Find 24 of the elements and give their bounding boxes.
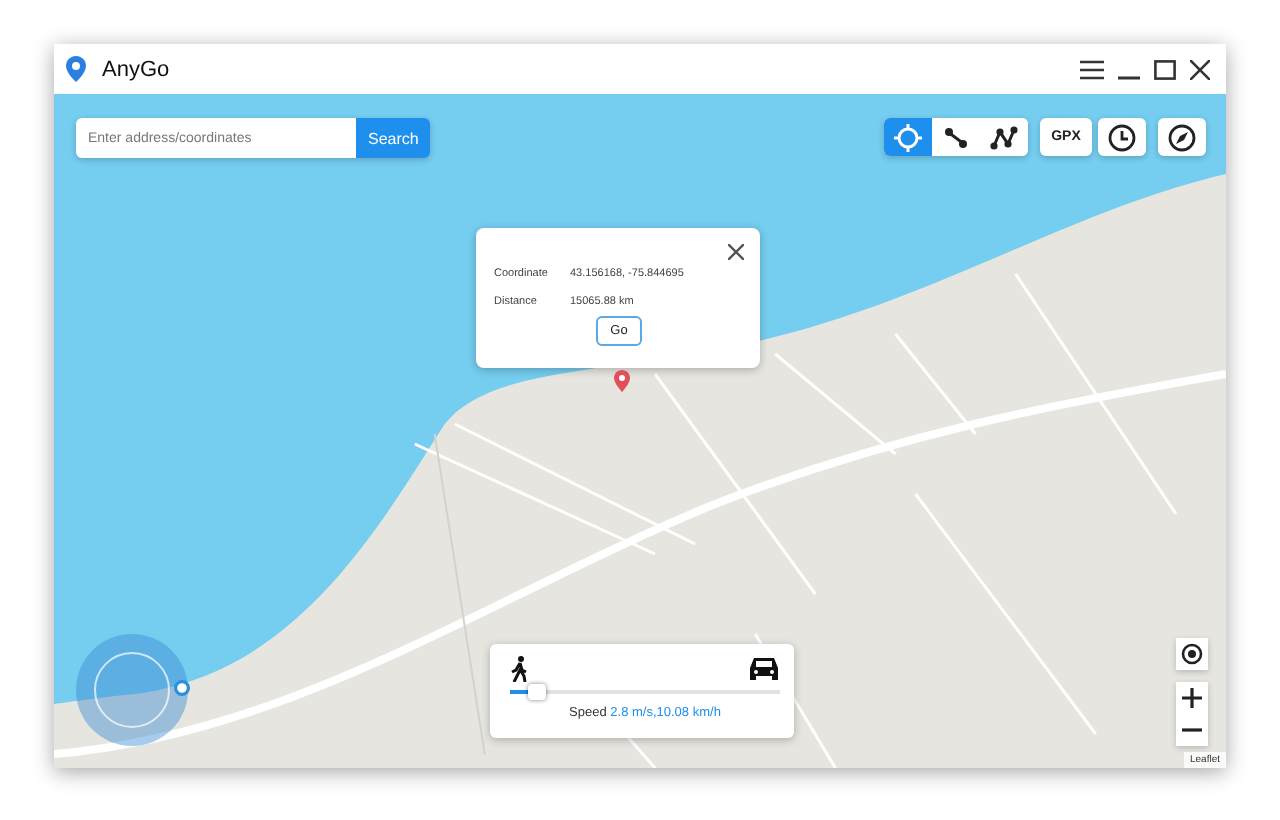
walking-person-icon: [510, 656, 530, 682]
crosshair-icon: [894, 123, 922, 151]
location-pin-icon: [66, 55, 86, 83]
menu-icon[interactable]: [1080, 59, 1104, 79]
multi-spot-route-button[interactable]: [980, 118, 1028, 156]
zoom-in-button[interactable]: [1176, 682, 1208, 714]
maximize-icon[interactable]: [1154, 59, 1176, 79]
multi-point-route-icon: [990, 125, 1018, 149]
compass-button[interactable]: [1158, 118, 1206, 156]
plus-icon: [1182, 688, 1202, 708]
location-marker-icon: [174, 680, 190, 696]
history-button[interactable]: [1098, 118, 1146, 156]
close-icon[interactable]: [1190, 59, 1210, 79]
minus-icon: [1182, 728, 1202, 732]
clock-icon: [1108, 123, 1136, 151]
zoom-out-button[interactable]: [1176, 714, 1208, 746]
locate-button[interactable]: [1176, 638, 1208, 670]
close-icon[interactable]: [728, 244, 744, 260]
window-title: AnyGo: [102, 57, 170, 81]
two-point-route-icon: [944, 125, 968, 149]
compass-icon: [1168, 123, 1196, 151]
target-icon: [1180, 642, 1204, 666]
car-icon: [748, 656, 780, 682]
two-spot-route-button[interactable]: [932, 118, 980, 156]
